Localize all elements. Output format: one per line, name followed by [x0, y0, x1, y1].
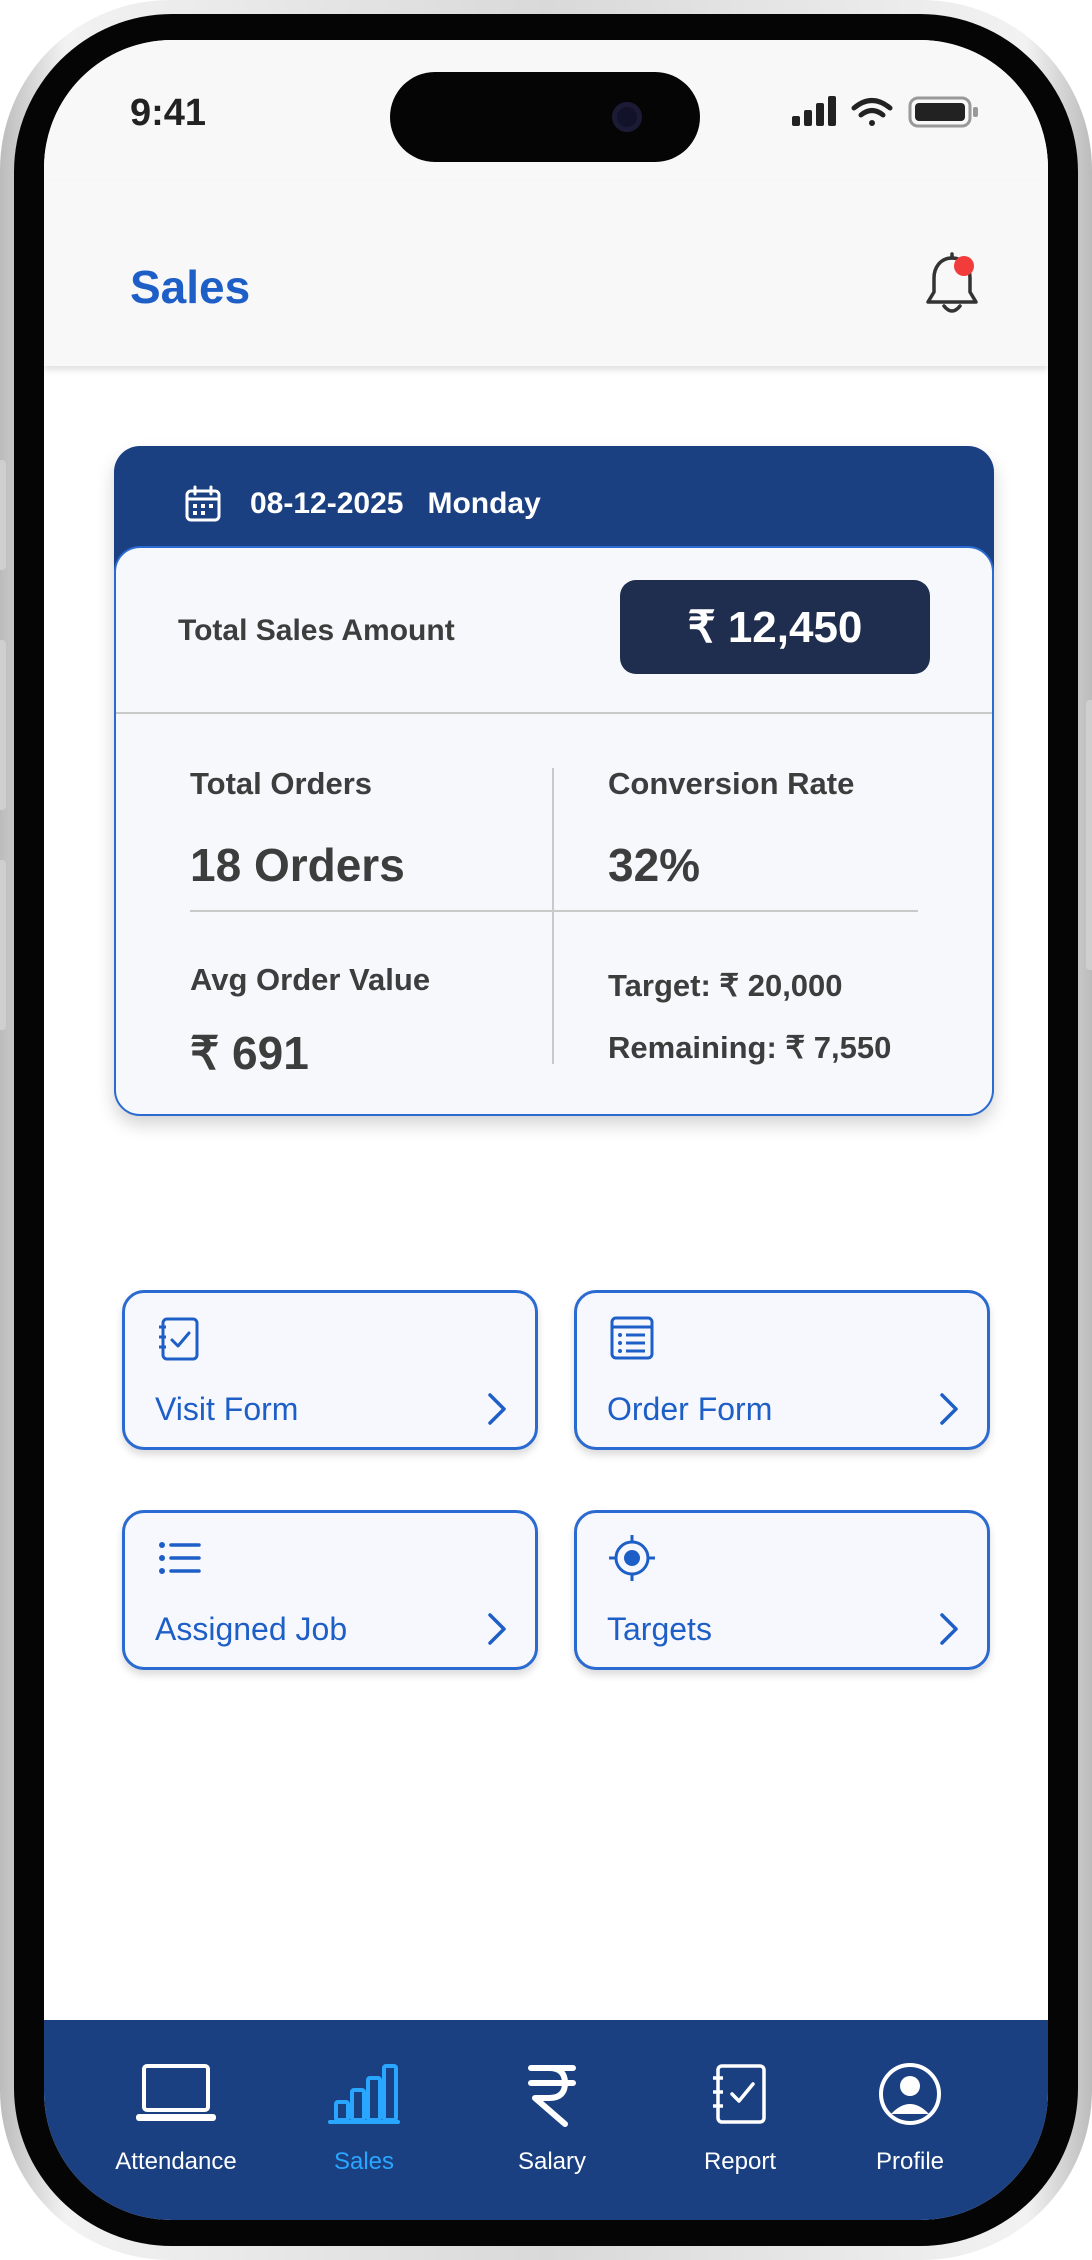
checklist-notebook-icon [159, 1317, 199, 1361]
laptop-icon [136, 2064, 216, 2121]
order-form-tile[interactable]: Order Form [574, 1290, 990, 1450]
targets-label: Targets [607, 1611, 712, 1647]
page-title: Sales [130, 261, 251, 313]
date-row: 08-12-2025 Monday [184, 484, 541, 524]
volume-down-button [0, 860, 6, 1030]
nav-label-salary: Salary [517, 2148, 587, 2175]
camera-icon [612, 102, 642, 132]
status-time: 9:41 [130, 92, 207, 134]
chevron-right-icon [940, 1613, 958, 1645]
nav-item-sales[interactable]: Sales [284, 2020, 444, 2220]
visit-form-tile[interactable]: Visit Form [122, 1290, 538, 1450]
remaining-text: Remaining: ₹ 7,550 [608, 1030, 892, 1065]
dynamic-island [390, 72, 700, 162]
chevron-right-icon [940, 1393, 958, 1425]
divider [552, 768, 554, 1064]
nav-item-salary[interactable]: Salary [472, 2020, 632, 2220]
action-button [0, 460, 6, 570]
nav-item-report[interactable]: Report [660, 2020, 820, 2220]
assigned-job-label: Assigned Job [155, 1611, 348, 1647]
target-text: Target: ₹ 20,000 [608, 968, 843, 1003]
signal-icon [792, 96, 836, 126]
total-sales-value: ₹ 12,450 [620, 580, 930, 674]
bullet-list-icon [159, 1542, 201, 1574]
bottom-nav: Attendance Sales Salary Report Profile [44, 2020, 1048, 2220]
status-bar: 9:41 [44, 40, 1048, 180]
calendar-icon [185, 485, 221, 522]
phone-frame: 9:41 Sales 08-12-2025 Monday Total Sales… [0, 0, 1092, 2260]
nav-label-sales: Sales [333, 2148, 395, 2175]
chevron-right-icon [488, 1613, 506, 1645]
target-icon [609, 1535, 655, 1581]
battery-icon [908, 96, 978, 128]
wifi-icon [851, 98, 893, 126]
nav-label-report: Report [703, 2148, 777, 2175]
date-text: 08-12-2025 [250, 487, 404, 520]
avg-order-value-label: Avg Order Value [190, 962, 431, 997]
list-document-icon [610, 1316, 654, 1360]
status-icons [792, 96, 978, 128]
chevron-right-icon [488, 1393, 506, 1425]
summary-card-body: Total Sales Amount ₹ 12,450 Total Orders… [114, 546, 994, 1116]
order-form-label: Order Form [607, 1391, 773, 1427]
assigned-job-tile[interactable]: Assigned Job [122, 1510, 538, 1670]
total-sales-label: Total Sales Amount [178, 614, 455, 647]
power-button [1086, 700, 1092, 970]
volume-up-button [0, 640, 6, 810]
bar-chart-icon [328, 2064, 400, 2124]
nav-label-profile: Profile [875, 2148, 945, 2175]
day-text: Monday [427, 487, 541, 520]
divider [190, 910, 918, 912]
nav-label-attendance: Attendance [115, 2148, 237, 2175]
sales-summary-card: 08-12-2025 Monday Total Sales Amount ₹ 1… [114, 446, 994, 1116]
conversion-rate-label: Conversion Rate [608, 766, 855, 801]
avg-order-value: ₹ 691 [190, 1027, 309, 1079]
report-icon [713, 2064, 766, 2124]
user-circle-icon [879, 2063, 941, 2125]
rupee-icon [528, 2065, 576, 2127]
total-orders-value: 18 Orders [190, 839, 405, 891]
visit-form-label: Visit Form [155, 1391, 299, 1427]
nav-item-profile[interactable]: Profile [830, 2020, 990, 2220]
divider [116, 712, 992, 714]
app-screen: 9:41 Sales 08-12-2025 Monday Total Sales… [44, 40, 1048, 2220]
total-orders-label: Total Orders [190, 766, 373, 801]
app-header: Sales [44, 180, 1048, 366]
conversion-rate-value: 32% [608, 839, 701, 891]
notification-badge [954, 256, 974, 276]
targets-tile[interactable]: Targets [574, 1510, 990, 1670]
nav-item-attendance[interactable]: Attendance [96, 2020, 256, 2220]
